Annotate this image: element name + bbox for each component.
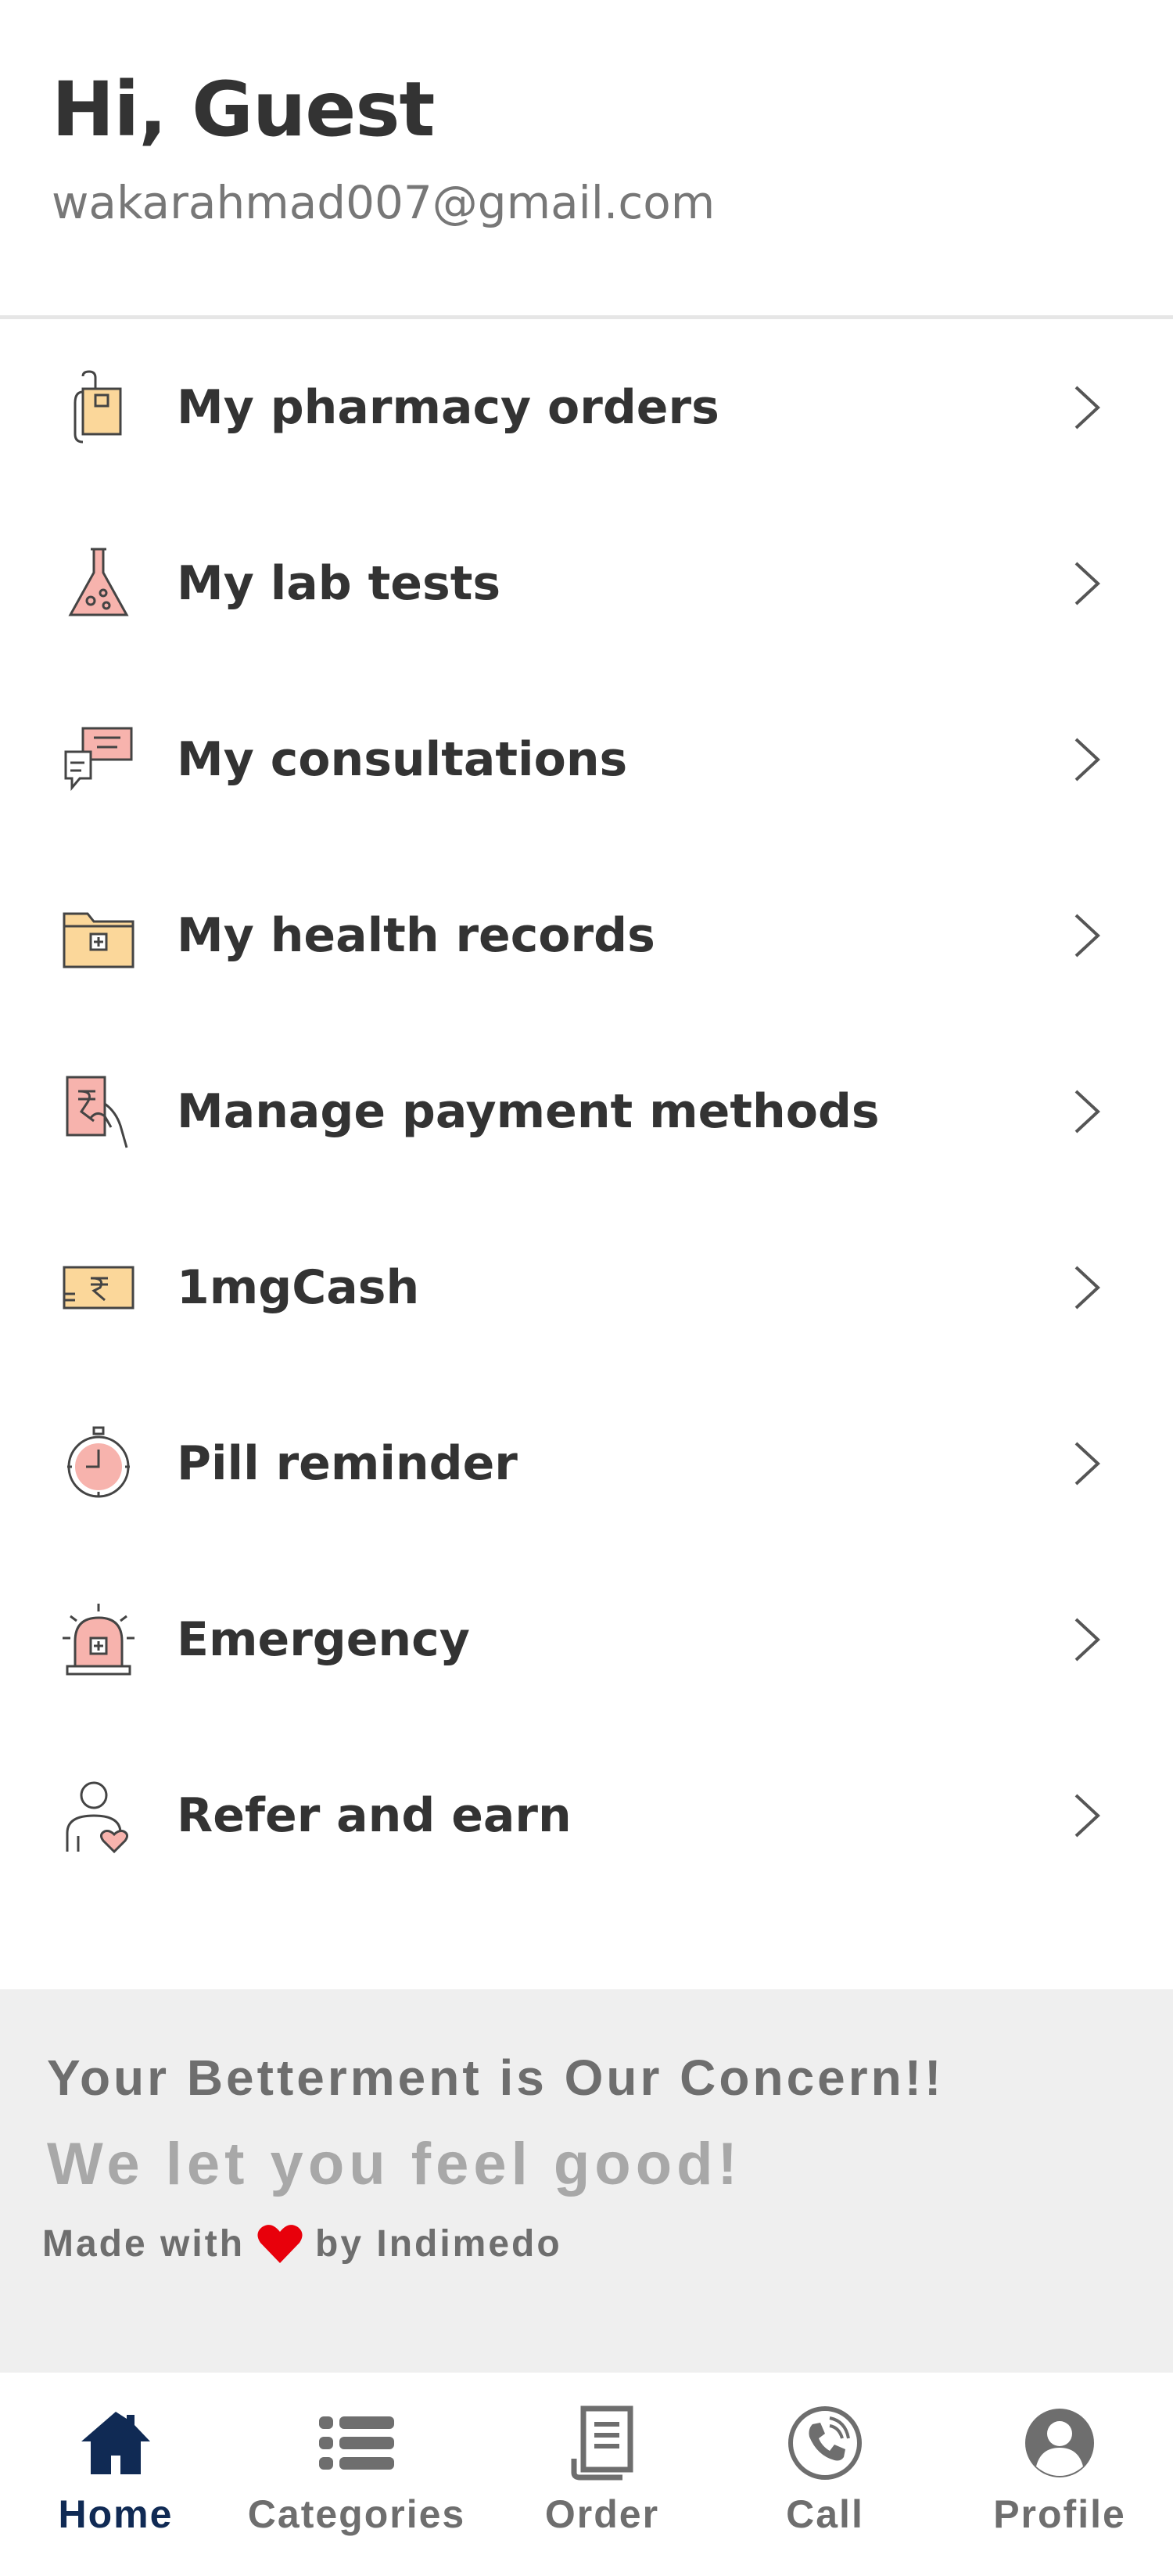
chevron-right-icon (1070, 1264, 1104, 1311)
profile-header: Hi, Guest wakarahmad007@gmail.com (0, 0, 1173, 319)
chevron-right-icon (1070, 384, 1104, 431)
menu-item-label: 1mgCash (177, 1259, 420, 1315)
tab-profile[interactable]: Profile (946, 2373, 1173, 2576)
menu-item-label: My lab tests (177, 555, 501, 611)
chevron-right-icon (1070, 912, 1104, 959)
chevron-right-icon (1070, 1088, 1104, 1135)
pharmacy-bag-icon (59, 368, 138, 447)
made-with-text: Made with (42, 2222, 246, 2265)
chat-bubbles-icon (59, 720, 138, 799)
tab-label: Order (544, 2492, 660, 2536)
chevron-right-icon (1070, 1616, 1104, 1663)
menu-item-label: My health records (177, 907, 655, 963)
bottom-tab-bar: Home Categories Order Call Profile (0, 2373, 1173, 2576)
phone-icon (786, 2404, 864, 2482)
menu-item-consultations[interactable]: My consultations (0, 671, 1173, 847)
menu-item-label: Refer and earn (177, 1787, 572, 1843)
banner-subtagline: We let you feel good! (47, 2131, 742, 2197)
menu-item-refer-earn[interactable]: Refer and earn (0, 1727, 1173, 1903)
heart-icon (256, 2221, 304, 2266)
rupee-note-icon (59, 1248, 138, 1327)
menu-item-1mgcash[interactable]: 1mgCash (0, 1199, 1173, 1375)
receipt-icon (563, 2404, 641, 2482)
stopwatch-icon (59, 1425, 138, 1503)
tab-call[interactable]: Call (727, 2373, 923, 2576)
menu-item-label: Manage payment methods (177, 1083, 880, 1139)
lab-flask-icon (59, 544, 138, 623)
tab-home[interactable]: Home (0, 2373, 231, 2576)
chevron-right-icon (1070, 736, 1104, 783)
profile-icon (1021, 2404, 1099, 2482)
chevron-right-icon (1070, 560, 1104, 607)
payment-hand-icon (59, 1072, 138, 1151)
menu-item-emergency[interactable]: Emergency (0, 1551, 1173, 1727)
tab-label: Categories (247, 2492, 466, 2536)
user-email: wakarahmad007@gmail.com (52, 176, 716, 229)
refer-person-icon (59, 1777, 138, 1855)
chevron-right-icon (1070, 1792, 1104, 1839)
menu-item-label: Pill reminder (177, 1435, 518, 1491)
chevron-right-icon (1070, 1440, 1104, 1487)
home-icon (77, 2404, 155, 2482)
menu-item-payment-methods[interactable]: Manage payment methods (0, 1023, 1173, 1199)
siren-icon (59, 1601, 138, 1679)
menu-item-label: My pharmacy orders (177, 379, 719, 435)
menu-item-label: Emergency (177, 1611, 470, 1667)
banner-tagline: Your Betterment is Our Concern!! (47, 2050, 945, 2106)
menu-item-pharmacy-orders[interactable]: My pharmacy orders (0, 319, 1173, 495)
menu-item-label: My consultations (177, 731, 628, 787)
menu-item-pill-reminder[interactable]: Pill reminder (0, 1375, 1173, 1551)
menu-item-health-records[interactable]: My health records (0, 847, 1173, 1023)
tab-categories[interactable]: Categories (239, 2373, 474, 2576)
menu-item-lab-tests[interactable]: My lab tests (0, 495, 1173, 671)
tab-label: Call (786, 2492, 864, 2536)
footer-banner: Your Betterment is Our Concern!! We let … (0, 1989, 1173, 2373)
made-by-text: by Indimedo (315, 2222, 562, 2265)
tab-label: Profile (993, 2492, 1126, 2536)
list-icon (317, 2404, 396, 2482)
made-with-credit: Made with by Indimedo (42, 2221, 562, 2266)
medical-folder-icon (59, 896, 138, 975)
greeting-title: Hi, Guest (52, 66, 435, 153)
tab-order[interactable]: Order (500, 2373, 704, 2576)
tab-label: Home (58, 2492, 174, 2536)
